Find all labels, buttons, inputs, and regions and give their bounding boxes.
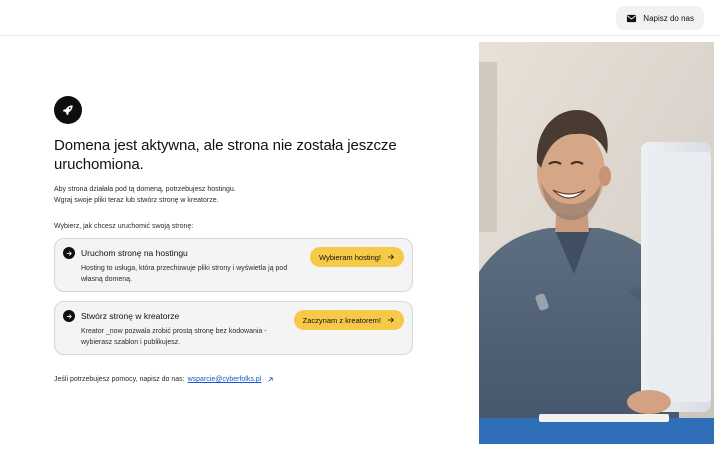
choose-label: Wybierz, jak chcesz uruchomić swoją stro… xyxy=(54,223,194,230)
option-card-builder: Stwórz stronę w kreatorze Kreator _now p… xyxy=(54,301,413,355)
description-line-1: Aby strona działała pod tą domeną, potrz… xyxy=(54,186,236,193)
smiling-man-illustration xyxy=(479,42,714,444)
page-title: Domena jest aktywna, ale strona nie zost… xyxy=(54,137,397,173)
hero-photo xyxy=(479,42,714,444)
contact-button-label: Napisz do nas xyxy=(643,13,694,23)
external-link-icon[interactable] xyxy=(267,376,274,383)
arrow-right-icon xyxy=(387,317,394,323)
support-email-link[interactable]: wsparcie@cyberfolks.pl xyxy=(188,376,262,383)
mail-icon xyxy=(627,14,637,22)
top-bar: Napisz do nas xyxy=(0,0,720,36)
rocket-icon xyxy=(62,105,73,116)
description-line-2: Wgraj swoje pliki teraz lub stwórz stron… xyxy=(54,197,219,204)
contact-button[interactable]: Napisz do nas xyxy=(616,6,704,30)
choose-hosting-button[interactable]: Wybieram hosting! xyxy=(309,247,404,267)
logo-badge xyxy=(54,96,82,124)
button-label: Zaczynam z kreatorem! xyxy=(302,315,381,325)
arrow-right-icon xyxy=(387,254,394,260)
option-card-hosting: Uruchom stronę na hostingu Hosting to us… xyxy=(54,238,413,292)
page-description: Aby strona działała pod tą domeną, potrz… xyxy=(54,184,414,206)
arrow-right-icon xyxy=(63,247,75,259)
help-text: Jeśli potrzebujesz pomocy, napisz do nas… xyxy=(54,376,185,383)
start-builder-button[interactable]: Zaczynam z kreatorem! xyxy=(293,310,404,330)
option-description: Hosting to usługa, która przechowuje pli… xyxy=(81,265,288,283)
button-label: Wybieram hosting! xyxy=(318,252,381,262)
main-content: Domena jest aktywna, ale strona nie zost… xyxy=(54,96,414,383)
help-line: Jeśli potrzebujesz pomocy, napisz do nas… xyxy=(54,376,414,383)
arrow-right-icon xyxy=(63,310,75,322)
option-description: Kreator _now pozwala zrobić prostą stron… xyxy=(81,328,267,346)
